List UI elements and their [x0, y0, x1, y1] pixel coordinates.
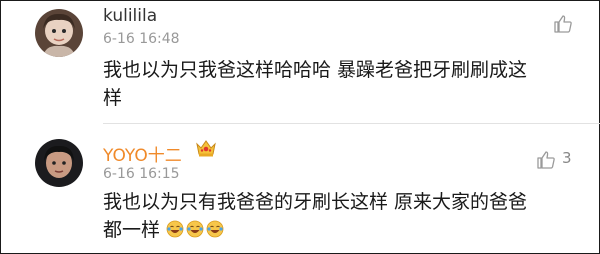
comment-line: 样: [103, 87, 123, 109]
user-avatar[interactable]: [35, 9, 83, 57]
thumbs-up-icon[interactable]: [553, 14, 573, 34]
crown-badge-icon: [195, 138, 217, 158]
comment-line: 我也以为只我爸这样哈哈哈 暴躁老爸把牙刷刷成这: [103, 59, 528, 81]
comment-line: 都一样: [103, 216, 573, 244]
thumbs-up-icon[interactable]: [536, 150, 556, 170]
comment-item: YOYO十二 6-16 16:15 3 我也以为只有我爸爸的牙刷长这样 原来大家…: [0, 124, 600, 254]
laughing-tears-emoji: [186, 220, 204, 238]
comment-content: 我也以为只有我爸爸的牙刷长这样 原来大家的爸爸 都一样: [103, 188, 573, 244]
user-avatar[interactable]: [35, 139, 83, 187]
laughing-tears-emoji: [166, 220, 184, 238]
timestamp: 6-16 16:15: [103, 166, 180, 182]
comment-item: kulililа 6-16 16:48 我也以为只我爸这样哈哈哈 暴躁老爸把牙刷…: [0, 0, 600, 124]
timestamp: 6-16 16:48: [103, 31, 180, 47]
like-count: 3: [562, 149, 572, 167]
username[interactable]: kulililа: [103, 6, 157, 26]
comment-line: 我也以为只有我爸爸的牙刷长这样 原来大家的爸爸: [103, 191, 528, 213]
laughing-tears-emoji: [206, 220, 224, 238]
emoji-group: [160, 219, 226, 241]
comment-text: 都一样: [103, 219, 161, 241]
comment-content: 我也以为只我爸这样哈哈哈 暴躁老爸把牙刷刷成这 样: [103, 56, 573, 112]
username[interactable]: YOYO十二: [103, 141, 182, 166]
